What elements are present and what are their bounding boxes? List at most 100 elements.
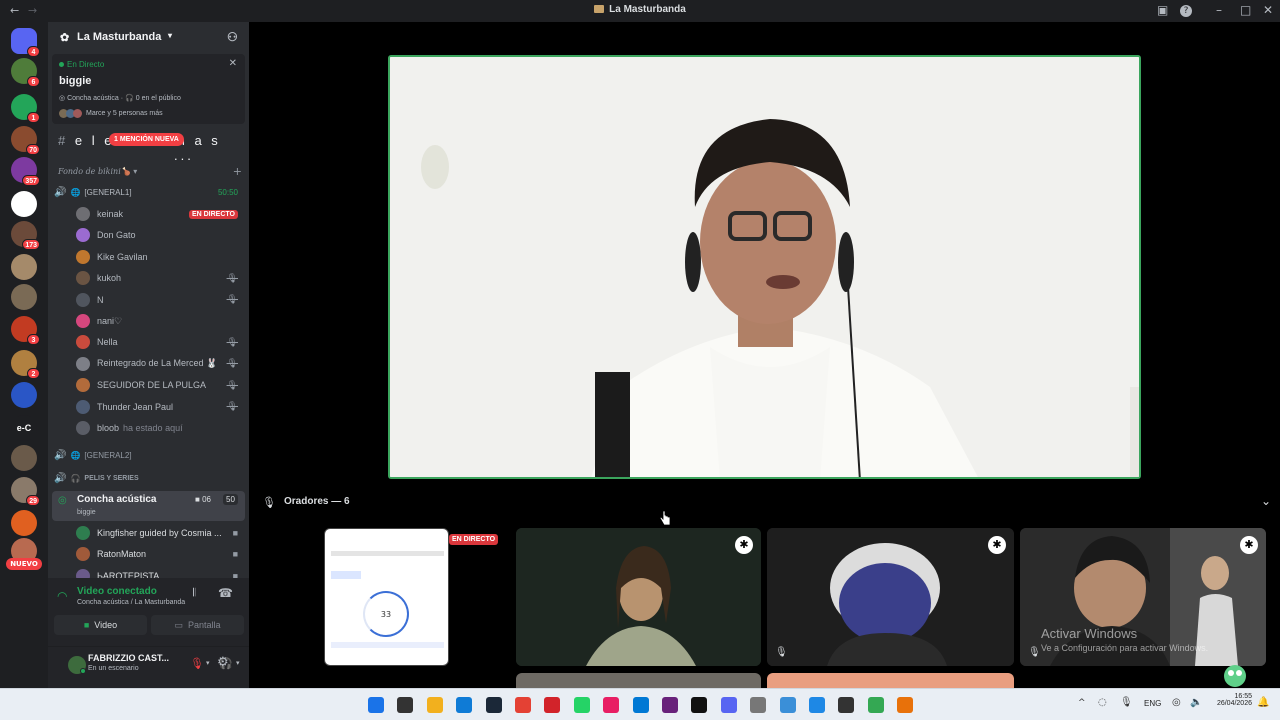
server-icon[interactable]: 70 — [11, 126, 40, 155]
settings-gear-icon[interactable]: ⚙ — [217, 655, 229, 670]
edge-icon[interactable] — [456, 697, 473, 713]
server-icon[interactable]: 357 — [11, 157, 40, 186]
avatar — [76, 314, 90, 328]
moderator-icon: ✱ — [1240, 536, 1258, 554]
soundboard-icon[interactable]: 𝄃 — [193, 587, 195, 600]
discord-icon[interactable] — [720, 697, 737, 713]
member-name: keinak — [97, 209, 124, 219]
chevron-down-icon[interactable]: ▾ — [206, 659, 210, 667]
screen-share-button[interactable]: ▭ Pantalla — [151, 615, 244, 635]
main-speaker-video[interactable] — [388, 55, 1141, 479]
voice-member[interactable]: nani♡ — [76, 311, 244, 331]
maximize-icon[interactable]: □ — [1240, 3, 1251, 17]
chevron-down-icon[interactable]: ⌄ — [1261, 494, 1271, 508]
voice-member[interactable]: Don Gato — [76, 225, 244, 245]
server-icon[interactable] — [11, 191, 37, 217]
voice-channel-general2[interactable]: 🔊 🌐 [GENERAL2] — [54, 445, 244, 465]
live-dot-icon — [59, 62, 64, 67]
chrome-canary-icon[interactable] — [897, 697, 914, 713]
video-button[interactable]: ■ Video — [54, 615, 147, 635]
server-icon[interactable] — [11, 284, 37, 310]
steam-icon[interactable] — [485, 697, 502, 713]
voice-member[interactable]: Thunder Jean Paul 🎙 — [76, 397, 244, 417]
terminal-icon[interactable] — [838, 697, 855, 713]
add-channel-icon[interactable]: + — [233, 165, 242, 178]
notepad-icon[interactable] — [779, 697, 796, 713]
windows-start-icon[interactable] — [368, 697, 384, 713]
voice-channel-pelis[interactable]: 🔊 🎧 PELIS Y SERIES — [54, 468, 244, 488]
intellij-icon[interactable] — [603, 697, 620, 713]
server-icon[interactable]: 6 — [11, 58, 40, 87]
mic-muted-icon[interactable]: 🎙 — [190, 657, 204, 670]
disconnect-icon[interactable]: ☎ — [218, 586, 233, 600]
member-name: SEGUIDOR DE LA PULGA — [97, 380, 207, 391]
visual-studio-icon[interactable] — [662, 697, 678, 713]
live-stage-card[interactable]: En Directo ✕ biggie ◎ Concha acústica · … — [52, 54, 245, 124]
edge-dev-icon[interactable] — [809, 697, 825, 713]
network-icon[interactable]: ◌ — [1098, 697, 1107, 708]
voice-status[interactable]: Video conectado — [77, 586, 157, 597]
wifi-icon[interactable]: ◎ — [1172, 697, 1181, 708]
user-name[interactable]: FABRIZZIO CAST... — [88, 653, 169, 663]
stage-channel-name: Concha acústica — [77, 494, 157, 505]
inbox-icon[interactable]: ▣ — [1157, 3, 1168, 17]
guild-header[interactable]: ✿ La Masturbanda ▾ ⚇ — [48, 22, 249, 54]
voice-member[interactable]: Kike Gavilan — [76, 247, 244, 267]
clock[interactable]: 16:55 26/04/2026 — [1208, 693, 1252, 707]
tray-chevron-icon[interactable]: ^ — [1078, 698, 1086, 708]
stage-member[interactable]: RatonMaton ■ — [76, 544, 244, 564]
stage-channel-row[interactable]: ◎ Concha acústica biggie ■ 06 50 — [52, 491, 245, 521]
voice-member[interactable]: Reintegrado de La Merced 🐰 🎙 — [76, 354, 244, 374]
volume-icon[interactable]: 🔈 — [1190, 697, 1202, 708]
server-icon[interactable] — [11, 445, 37, 471]
text-channel-row[interactable]: # e l e m a s ... 1 MENCIÓN NUEVA — [58, 133, 244, 163]
chevron-down-icon[interactable]: ▾ — [236, 659, 240, 667]
voice-member[interactable]: SEGUIDOR DE LA PULGA 🎙 — [76, 375, 244, 395]
voice-member[interactable]: N 🎙 — [76, 290, 244, 310]
vscode-icon[interactable] — [632, 697, 649, 713]
speaker-icon: 🔊 — [54, 472, 67, 484]
new-mention-pill[interactable]: 1 MENCIÓN NUEVA — [109, 133, 184, 146]
screen-share-tile[interactable]: 33 — [324, 528, 449, 666]
invite-user-icon[interactable]: ⚇ — [227, 30, 238, 44]
search-icon[interactable] — [397, 697, 414, 713]
file-explorer-icon[interactable] — [426, 697, 443, 713]
opera-icon[interactable] — [544, 697, 561, 713]
stage-member[interactable]: Kingfisher guided by Cosmia ... ■ — [76, 523, 244, 543]
notification-icon[interactable]: 🔔 — [1257, 697, 1269, 708]
whatsapp-icon[interactable] — [573, 697, 590, 713]
voice-member[interactable]: keinak EN DIRECTO — [76, 204, 244, 224]
headphones-icon: 🎧 — [70, 473, 81, 483]
tiktok-icon[interactable] — [691, 697, 708, 713]
close-icon[interactable]: ✕ — [229, 58, 237, 69]
server-icon[interactable]: 3 — [11, 316, 40, 345]
settings-icon[interactable] — [750, 697, 767, 713]
mic-muted-icon: 🎙 — [226, 272, 238, 283]
speaker-video-tile[interactable]: ✱ — [516, 528, 761, 666]
member-name: Thunder Jean Paul — [97, 401, 174, 412]
voice-member[interactable]: Nella 🎙 — [76, 332, 244, 352]
voice-channel-general1[interactable]: 🔊 🌐 [GENERAL1] 50:50 — [54, 182, 244, 202]
minimize-icon[interactable]: – — [1216, 3, 1222, 17]
voice-member[interactable]: bloob ha estado aquí — [76, 418, 244, 438]
server-icon[interactable] — [11, 254, 37, 280]
mic-tray-icon[interactable]: 🎙 — [1120, 697, 1133, 708]
server-icon[interactable] — [11, 510, 37, 536]
server-icon[interactable]: 2 — [11, 350, 40, 379]
server-icon[interactable]: 1 — [11, 94, 40, 123]
chrome-icon[interactable] — [515, 697, 531, 713]
category-header[interactable]: Fondo de bikini🍗 ▾ + — [58, 165, 244, 181]
language-indicator[interactable]: ENG — [1144, 699, 1161, 708]
speakers-header[interactable]: 🎙 Oradores — 6 ⌄ — [259, 494, 1274, 510]
voice-location[interactable]: Concha acústica / La Masturbanda — [77, 599, 185, 606]
speaker-video-tile[interactable]: ✱ 🎙 — [767, 528, 1014, 666]
server-icon[interactable]: 4 — [11, 28, 40, 57]
server-icon[interactable]: 173 — [11, 221, 40, 250]
help-icon[interactable]: ? — [1180, 5, 1192, 17]
server-icon[interactable]: e-C — [11, 415, 37, 441]
close-window-icon[interactable]: ✕ — [1263, 3, 1273, 17]
server-icon[interactable] — [11, 382, 37, 408]
server-icon[interactable]: 29 — [11, 477, 40, 506]
voice-member[interactable]: kukoh 🎙 — [76, 268, 244, 288]
chrome-beta-icon[interactable] — [867, 697, 884, 713]
